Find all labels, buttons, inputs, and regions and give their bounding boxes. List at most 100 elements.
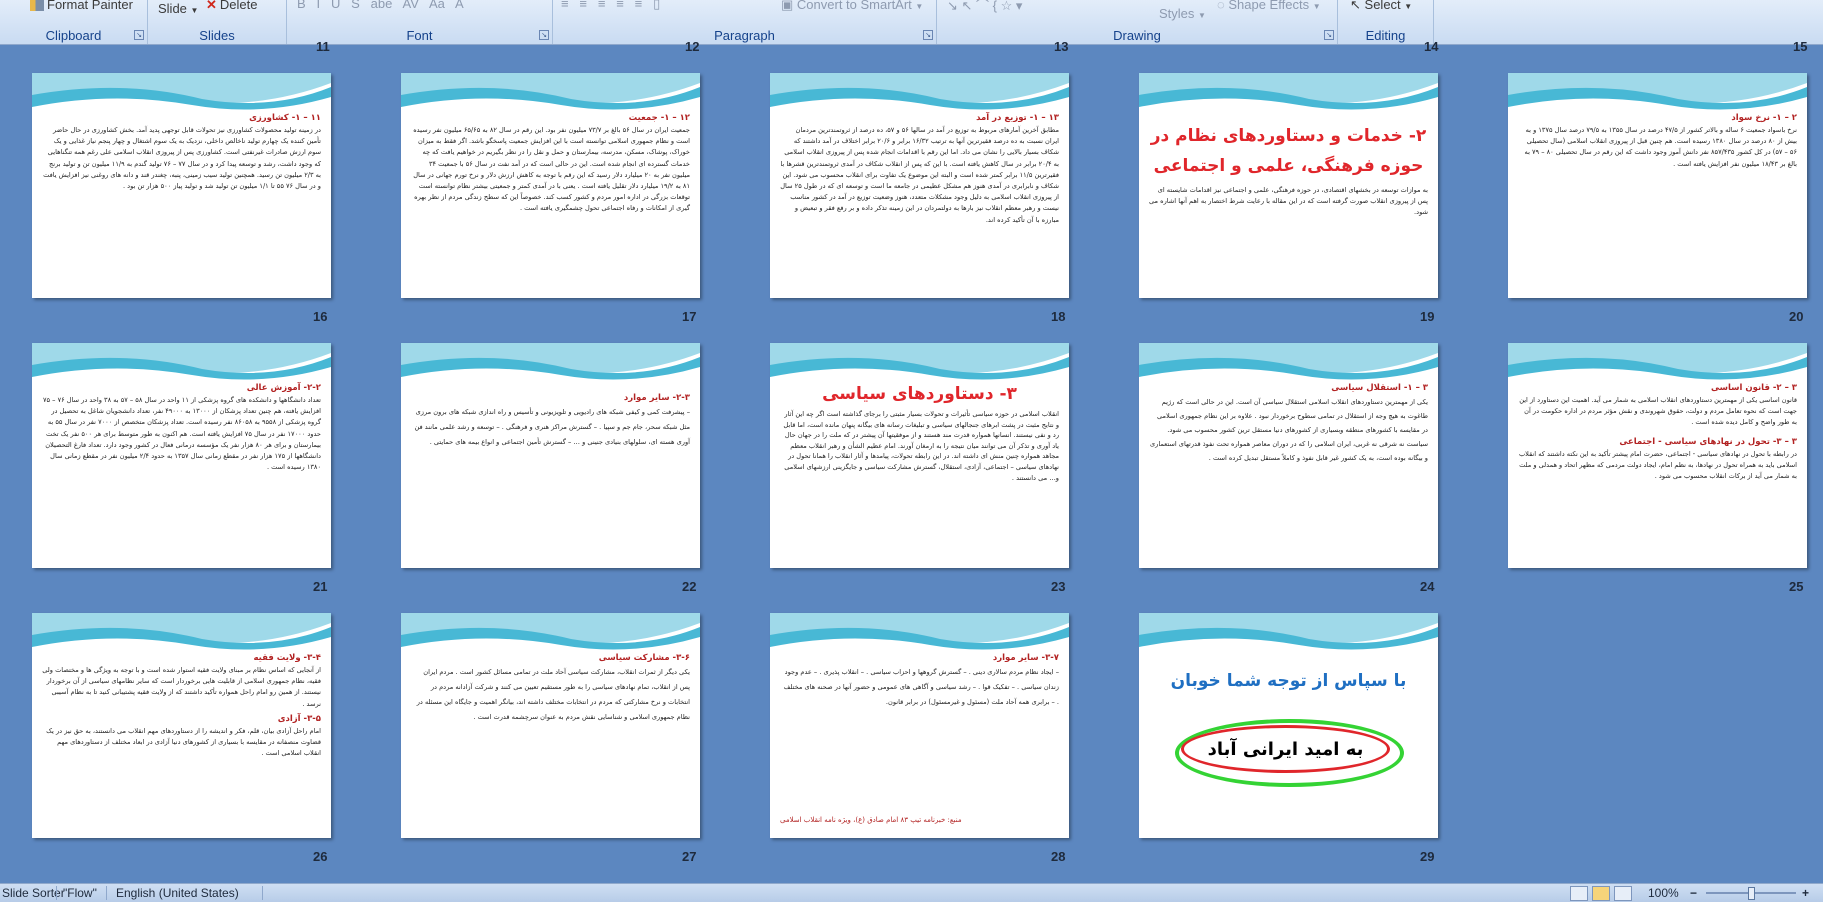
slide-thumbnail-23[interactable]: ۳- دستاوردهای سیاسی انقلاب اسلامی در حوز… <box>770 343 1069 568</box>
slide-number: 11 <box>316 39 330 54</box>
wave-decoration <box>770 613 1069 650</box>
wave-decoration <box>770 73 1069 110</box>
divider <box>106 886 107 900</box>
slide-body: ۳-۶- مشارکت سیاسی یکی دیگر از ثمرات انقل… <box>411 653 690 725</box>
font-format-buttons[interactable]: B I U S abe AV Aa A <box>297 0 464 11</box>
slide-text: – ایجاد نظام مردم سالاری دینی . – گسترش … <box>783 668 1059 706</box>
slide-thumbnail-22[interactable]: ۲-۳- سایر موارد – پیشرفت کمی و کیفی شبکه… <box>401 343 700 568</box>
slideshow-view-icon[interactable] <box>1614 886 1632 901</box>
format-painter-button[interactable]: Format Painter <box>30 0 133 12</box>
delete-icon: ✕ <box>206 0 217 12</box>
slide-thumbnail-26[interactable]: ۳-۴- ولایت فقیه از آنجایی که اساس نظام ب… <box>32 613 331 838</box>
paragraph-group: ≡ ≡ ≡ ≡ ≡ ▯ ▣ Convert to SmartArt ▼ Para… <box>553 0 937 44</box>
cursor-icon: ↖ <box>1350 0 1361 12</box>
wave-decoration <box>1139 343 1438 380</box>
slide-thumbnail-18[interactable]: ۱۳ – ۱- توزیع در آمد مطابق آخرین آمارهای… <box>770 73 1069 298</box>
slide-number: 25 <box>1789 579 1804 594</box>
slide-thumbnail-16[interactable]: ۱۱ – ۱- کشاورزی در زمینه تولید محصولات ک… <box>32 73 331 298</box>
status-bar: Slide Sorter "Flow" English (United Stat… <box>0 883 1823 902</box>
slide-heading: ۱۱ – ۱- کشاورزی <box>249 113 321 123</box>
slide-thumbnail-24[interactable]: ۳ – ۱- استقلال سیاسی یکی از مهمترین دستا… <box>1139 343 1438 568</box>
divider <box>262 886 263 900</box>
slide-text: یکی از مهمترین دستاوردهای انقلاب اسلامی … <box>1150 398 1428 462</box>
slides-group: Slide ▼ ✕ Delete Slides <box>148 0 287 44</box>
slide-number: 21 <box>313 579 328 594</box>
slide-heading: ۳-۷- سایر موارد <box>992 653 1059 663</box>
chevron-down-icon: ▼ <box>915 2 924 11</box>
zoom-slider-thumb[interactable] <box>1748 887 1755 900</box>
closing-message: به امید ایرانی آباد <box>1181 725 1390 773</box>
select-button[interactable]: ↖ Select ▼ <box>1350 0 1412 13</box>
slide-layout-button[interactable]: Slide ▼ <box>158 1 198 16</box>
slide-sorter-view-icon[interactable] <box>1592 886 1610 901</box>
slide-body: ۳-۴- ولایت فقیه از آنجایی که اساس نظام ب… <box>42 653 321 759</box>
slide-body: ۱۱ – ۱- کشاورزی در زمینه تولید محصولات ک… <box>42 113 321 192</box>
slide-heading: ۳ – ۳- تحول در نهادهای سیاسی - اجتماعی <box>1619 436 1797 447</box>
quick-styles-button[interactable]: Styles ▼ <box>1159 6 1206 21</box>
zoom-out-icon[interactable]: − <box>1690 886 1697 900</box>
wave-decoration <box>1508 73 1807 110</box>
slide-body: ۲-۲- آموزش عالی تعداد دانشگاهها و دانشکد… <box>42 383 321 473</box>
wave-decoration <box>32 73 331 110</box>
font-launcher-icon[interactable]: ↘ <box>539 30 549 40</box>
slide-number: 12 <box>685 39 700 54</box>
convert-smartart-button[interactable]: ▣ Convert to SmartArt ▼ <box>781 0 923 13</box>
slide-text: در رابطه با تحول در نهادهای سیاسی - اجتم… <box>1518 449 1797 481</box>
delete-slide-button[interactable]: ✕ Delete <box>206 0 257 13</box>
slide-body: ۳-۷- سایر موارد – ایجاد نظام مردم سالاری… <box>780 653 1059 710</box>
language-indicator[interactable]: English (United States) <box>116 886 239 900</box>
group-label-slides: Slides <box>199 28 235 43</box>
slide-number: 19 <box>1420 309 1435 324</box>
slide-text: به موازات توسعه در بخشهای اقتصادی، در حو… <box>1149 186 1428 217</box>
normal-view-icon[interactable] <box>1570 886 1588 901</box>
slide-number: 27 <box>682 849 697 864</box>
slide-number: 23 <box>1051 579 1066 594</box>
slide-body: ۳ – ۲- قانون اساسی قانون اساسی یکی از مه… <box>1518 383 1797 482</box>
slide-thumbnail-25[interactable]: ۳ – ۲- قانون اساسی قانون اساسی یکی از مه… <box>1508 343 1807 568</box>
align-buttons[interactable]: ≡ ≡ ≡ ≡ ≡ ▯ <box>561 0 660 12</box>
slide-thumbnail-28[interactable]: ۳-۷- سایر موارد – ایجاد نظام مردم سالاری… <box>770 613 1069 838</box>
slide-text: یکی دیگر از ثمرات انقلاب، مشارکت سیاسی آ… <box>416 668 690 721</box>
slide-text: قانون اساسی یکی از مهمترین دستاوردهای ان… <box>1519 396 1797 427</box>
chevron-down-icon: ▼ <box>190 6 199 15</box>
slide-thumbnail-27[interactable]: ۳-۶- مشارکت سیاسی یکی دیگر از ثمرات انقل… <box>401 613 700 838</box>
slide-thumbnail-21[interactable]: ۲-۲- آموزش عالی تعداد دانشگاهها و دانشکد… <box>32 343 331 568</box>
shape-effects-button[interactable]: ◌ Shape Effects ▼ <box>1217 0 1321 12</box>
slide-thumbnail-17[interactable]: ۱۲ – ۱- جمعیت جمعیت ایران در سال ۵۶ بالغ… <box>401 73 700 298</box>
zoom-in-icon[interactable]: + <box>1802 886 1809 900</box>
slide-heading: ۲-۲- آموزش عالی <box>246 383 321 393</box>
slide-number: 22 <box>682 579 697 594</box>
chevron-down-icon: ▼ <box>1312 2 1321 11</box>
wave-decoration <box>401 613 700 650</box>
slide-thumbnail-19[interactable]: ۲- خدمات و دستاوردهای نظام در حوزه فرهنگ… <box>1139 73 1438 298</box>
wave-decoration <box>401 343 700 380</box>
section-title: ۳- دستاوردهای سیاسی <box>822 384 1017 404</box>
drawing-launcher-icon[interactable]: ↘ <box>1324 30 1334 40</box>
wave-decoration <box>32 613 331 650</box>
zoom-level[interactable]: 100% <box>1648 886 1679 900</box>
slide-thumbnail-20[interactable]: ۲ – ۱- نرخ سواد نرخ باسواد جمعیت ۶ ساله … <box>1508 73 1807 298</box>
slide-body: ۳- دستاوردهای سیاسی انقلاب اسلامی در حوز… <box>780 379 1059 483</box>
paragraph-launcher-icon[interactable]: ↘ <box>923 30 933 40</box>
slide-thumbnail-29[interactable]: با سپاس از توجه شما خوبان به امید ایرانی… <box>1139 613 1438 838</box>
font-group: B I U S abe AV Aa A Font ↘ <box>287 0 553 44</box>
editing-group: ↖ Select ▼ Editing <box>1338 0 1434 44</box>
slide-heading: ۳-۴- ولایت فقیه <box>253 653 321 663</box>
slide-body: ۱۳ – ۱- توزیع در آمد مطابق آخرین آمارهای… <box>780 113 1059 226</box>
format-painter-icon <box>30 0 44 11</box>
slide-body: ۱۲ – ۱- جمعیت جمعیت ایران در سال ۵۶ بالغ… <box>411 113 690 215</box>
slide-sorter-pane: 11 12 13 14 15 ۱۱ – ۱- کشاورزی در زمینه … <box>0 39 1823 883</box>
slide-text: امام راحل آزادی بیان، قلم، فکر و اندیشه … <box>46 726 321 758</box>
slide-number: 14 <box>1424 39 1439 54</box>
shapes-gallery[interactable]: ↘ ↖ ⌒ { ☆ ▾ <box>947 0 1022 14</box>
slide-number: 18 <box>1051 309 1066 324</box>
slide-heading: ۱۳ – ۱- توزیع در آمد <box>976 113 1059 123</box>
group-label-drawing: Drawing <box>1113 28 1161 43</box>
slide-heading: ۳-۵- آزادی <box>277 713 321 724</box>
group-label-clipboard: Clipboard <box>45 28 102 43</box>
group-label-paragraph: Paragraph <box>714 28 775 43</box>
clipboard-launcher-icon[interactable]: ↘ <box>134 30 144 40</box>
slide-text: در زمینه تولید محصولات کشاورزی نیز تحولا… <box>43 126 321 191</box>
slide-number: 15 <box>1793 39 1808 54</box>
slide-heading: ۲-۳- سایر موارد <box>623 393 690 403</box>
